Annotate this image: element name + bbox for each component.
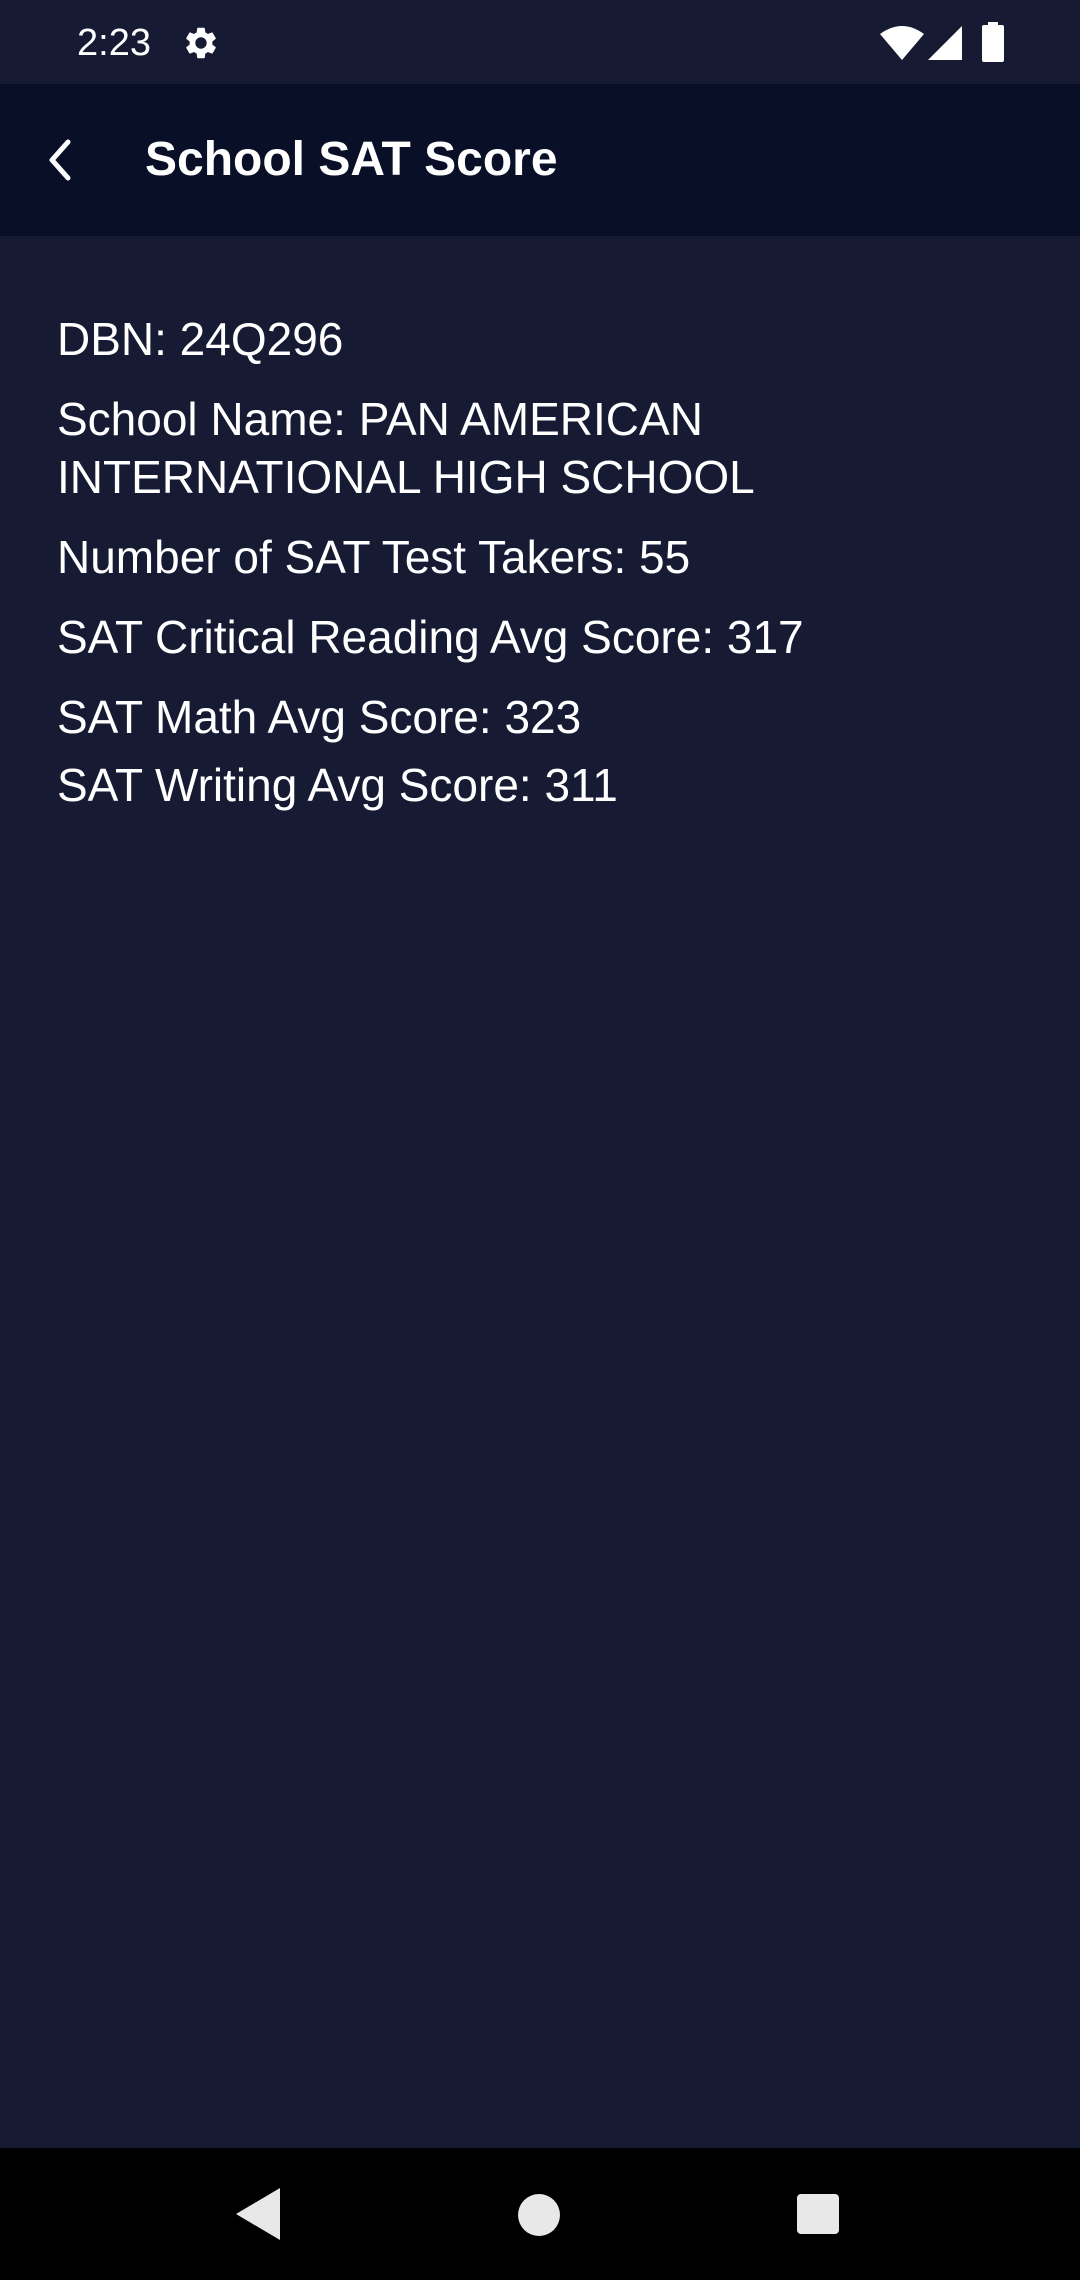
reading-avg-text: SAT Critical Reading Avg Score: 317 [57, 611, 804, 663]
back-button[interactable] [28, 112, 92, 208]
school-details: DBN: 24Q296 School Name: PAN AMERICAN IN… [57, 310, 1037, 814]
math-avg-text: SAT Math Avg Score: 323 [57, 691, 582, 743]
page-title: School SAT Score [145, 133, 558, 186]
test-takers-text: Number of SAT Test Takers: 55 [57, 531, 691, 583]
nav-back-icon[interactable] [236, 2188, 280, 2240]
dbn-text: DBN: 24Q296 [57, 313, 344, 365]
chevron-left-icon [49, 139, 71, 181]
navigation-bar [0, 2148, 1080, 2280]
status-time: 2:23 [77, 22, 151, 64]
wifi-icon [880, 26, 924, 60]
app-bar: School SAT Score [0, 84, 1080, 236]
nav-recents-icon[interactable] [797, 2194, 839, 2234]
writing-avg-text: SAT Writing Avg Score: 311 [57, 759, 618, 811]
nav-home-icon[interactable] [518, 2194, 560, 2236]
signal-icon [928, 26, 962, 60]
battery-icon [982, 22, 1004, 62]
status-bar: 2:23 [0, 0, 1080, 84]
settings-icon [186, 27, 216, 59]
school-name-text: School Name: PAN AMERICAN INTERNATIONAL … [57, 393, 755, 503]
